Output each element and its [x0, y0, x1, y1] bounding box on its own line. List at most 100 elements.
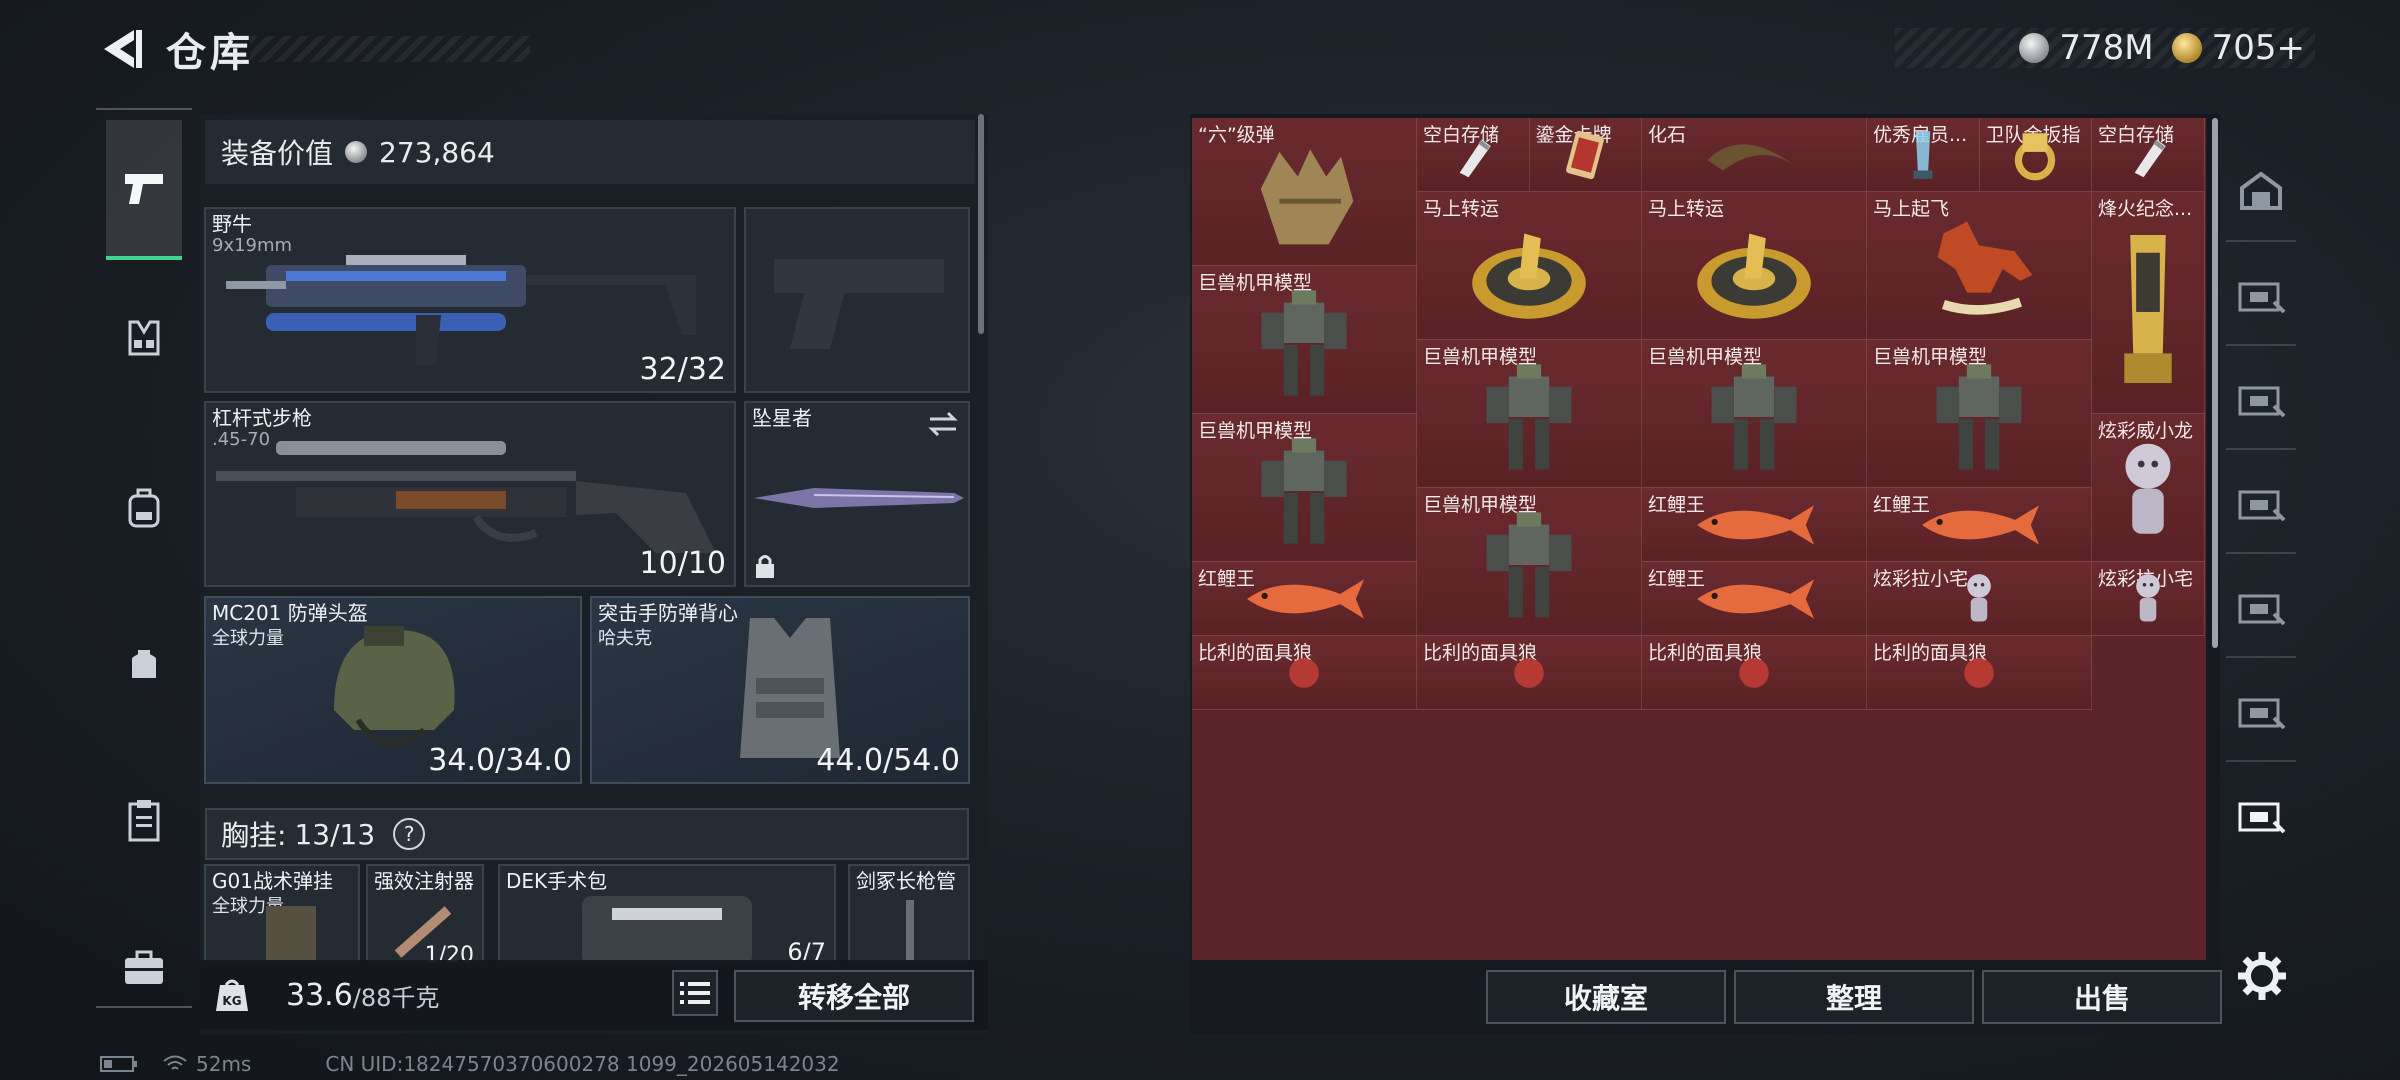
chest-item-slot[interactable]: 强效注射器 1/20: [366, 864, 484, 964]
silver-currency[interactable]: 778M: [2019, 28, 2154, 68]
holster-slot[interactable]: [744, 207, 970, 393]
body-armor-slot[interactable]: 突击手防弹背心 哈夫克 44.0/54.0: [590, 596, 970, 784]
nav-medical[interactable]: [106, 750, 182, 890]
storage-item[interactable]: 马上转运: [1642, 192, 1867, 340]
storage-item[interactable]: 空白存储: [2092, 118, 2205, 192]
list-icon: [680, 982, 710, 1004]
storage-item[interactable]: 比利的面具狼: [1642, 636, 1867, 710]
storage-item[interactable]: 红鲤王: [1192, 562, 1417, 636]
storage-item[interactable]: 巨兽机甲模型: [1417, 488, 1642, 636]
transfer-all-button[interactable]: 转移全部: [734, 970, 974, 1022]
red-horse-icon: [1895, 210, 2064, 332]
storage-item[interactable]: 巨兽机甲模型: [1867, 340, 2092, 488]
storage-item[interactable]: 炫彩威小龙: [2092, 414, 2205, 562]
rig-item-icon: [266, 906, 316, 962]
gold-currency[interactable]: 705+: [2171, 28, 2305, 68]
help-icon[interactable]: ?: [393, 818, 426, 850]
nav-pouch[interactable]: [106, 594, 182, 734]
storage-item[interactable]: 卫队金扳指: [1979, 118, 2092, 192]
storage-item[interactable]: 炫彩拉小宅: [1867, 562, 2092, 636]
storage-item[interactable]: 空白存储: [1417, 118, 1530, 192]
storage-item[interactable]: 红鲤王: [1867, 488, 2092, 562]
list-view-button[interactable]: [672, 970, 718, 1016]
chest-rig-bar[interactable]: 胸挂: 13/13 ?: [205, 808, 969, 860]
storage-item[interactable]: 鎏金卡牌: [1529, 118, 1642, 192]
mech-icon: [1225, 431, 1383, 556]
nav-divider: [2226, 240, 2296, 242]
storage-item[interactable]: 马上转运: [1417, 192, 1642, 340]
collection-room-button[interactable]: 收藏室: [1486, 970, 1726, 1024]
secondary-weapon-slot[interactable]: 杠杆式步枪 .45-70 10/10: [204, 401, 736, 587]
title-decoration: [250, 36, 530, 62]
storage-vi-icon: [2238, 698, 2286, 730]
storage-vii-tab[interactable]: [2226, 764, 2296, 864]
storage-item[interactable]: 红鲤王: [1642, 562, 1867, 636]
weight-max: /88千克: [352, 983, 440, 1012]
nav-weapons[interactable]: [106, 120, 182, 260]
chest-item-name: 剑冢长枪管: [856, 869, 956, 893]
settings-button[interactable]: [2236, 950, 2288, 1002]
mech-icon: [1675, 357, 1833, 482]
nav-divider: [96, 1006, 192, 1008]
storage-item[interactable]: 巨兽机甲模型: [1192, 414, 1417, 562]
usb-icon: [2114, 133, 2182, 181]
chest-item-slot[interactable]: 剑冢长枪管: [848, 864, 970, 964]
storage-ii-tab[interactable]: [2226, 244, 2296, 344]
nav-divider: [96, 108, 192, 110]
swap-icon[interactable]: [926, 409, 960, 439]
storage-item[interactable]: 优秀雇员...: [1867, 118, 1980, 192]
storage-item[interactable]: 炫彩拉小宅: [2092, 562, 2205, 636]
storage-page-nav: [2222, 140, 2302, 900]
storage-iii-tab[interactable]: [2226, 348, 2296, 448]
mech-icon: [1225, 283, 1383, 408]
storage-ii-icon: [2238, 282, 2286, 314]
melee-name: 坠星者: [752, 406, 812, 430]
nav-chest-rig[interactable]: [106, 268, 182, 408]
backpack-icon: [128, 488, 160, 528]
wifi-icon: [163, 1055, 187, 1070]
storage-item[interactable]: 马上起飞: [1867, 192, 2092, 340]
storage-item[interactable]: 比利的面具狼: [1192, 636, 1417, 710]
helmet-slot[interactable]: MC201 防弹头盔 全球力量 34.0/34.0: [204, 596, 582, 784]
armor-brand: 哈夫克: [598, 628, 652, 649]
helmet-durability: 34.0/34.0: [428, 743, 572, 778]
helmet-brand: 全球力量: [212, 628, 284, 649]
chest-item-slot[interactable]: G01战术弹挂 全球力量: [204, 864, 360, 964]
storage-vi-tab[interactable]: [2226, 660, 2296, 760]
pouch-icon: [132, 650, 156, 678]
primary-weapon-name: 野牛: [212, 212, 252, 236]
gear-icon: [2238, 952, 2286, 1000]
chest-item-slot[interactable]: DEK手术包 6/7: [498, 864, 836, 964]
figure-icon: [2114, 432, 2182, 554]
nav-backpack[interactable]: [106, 438, 182, 578]
chest-capacity: 13/13: [294, 817, 376, 851]
storage-item[interactable]: 烽火纪念...: [2092, 192, 2205, 414]
warehouse-tab[interactable]: [2226, 140, 2296, 240]
fossil-icon: [1675, 130, 1833, 186]
storage-item[interactable]: 比利的面具狼: [1417, 636, 1642, 710]
primary-weapon-ammo: 32/32: [639, 352, 726, 387]
storage-item[interactable]: 巨兽机甲模型: [1642, 340, 1867, 488]
storage-item[interactable]: “六”级弹: [1192, 118, 1417, 266]
loadout-scrollbar[interactable]: [978, 114, 984, 334]
storage-item[interactable]: 巨兽机甲模型: [1192, 266, 1417, 414]
back-button[interactable]: [96, 24, 146, 74]
equip-value-label: 装备价值: [221, 137, 334, 170]
storage-item[interactable]: 巨兽机甲模型: [1417, 340, 1642, 488]
storage-item[interactable]: 红鲤王: [1642, 488, 1867, 562]
storage-scrollbar[interactable]: [2212, 118, 2218, 648]
mask-icon: [1934, 655, 2024, 696]
storage-item[interactable]: 比利的面具狼: [1867, 636, 2092, 710]
melee-slot[interactable]: 坠星者: [744, 401, 970, 587]
primary-weapon-slot[interactable]: 野牛 9x19mm 32/32: [204, 207, 736, 393]
storage-item[interactable]: 化石: [1642, 118, 1867, 192]
nav-case[interactable]: [106, 898, 182, 1038]
storage-iv-tab[interactable]: [2226, 452, 2296, 552]
sell-button[interactable]: 出售: [1982, 970, 2222, 1024]
sort-button[interactable]: 整理: [1734, 970, 1974, 1024]
horse-coin-icon: [1445, 210, 1614, 332]
vest-icon: [128, 320, 160, 356]
barrel-icon: [906, 900, 914, 962]
clipboard-icon: [128, 800, 160, 842]
storage-v-tab[interactable]: [2226, 556, 2296, 656]
